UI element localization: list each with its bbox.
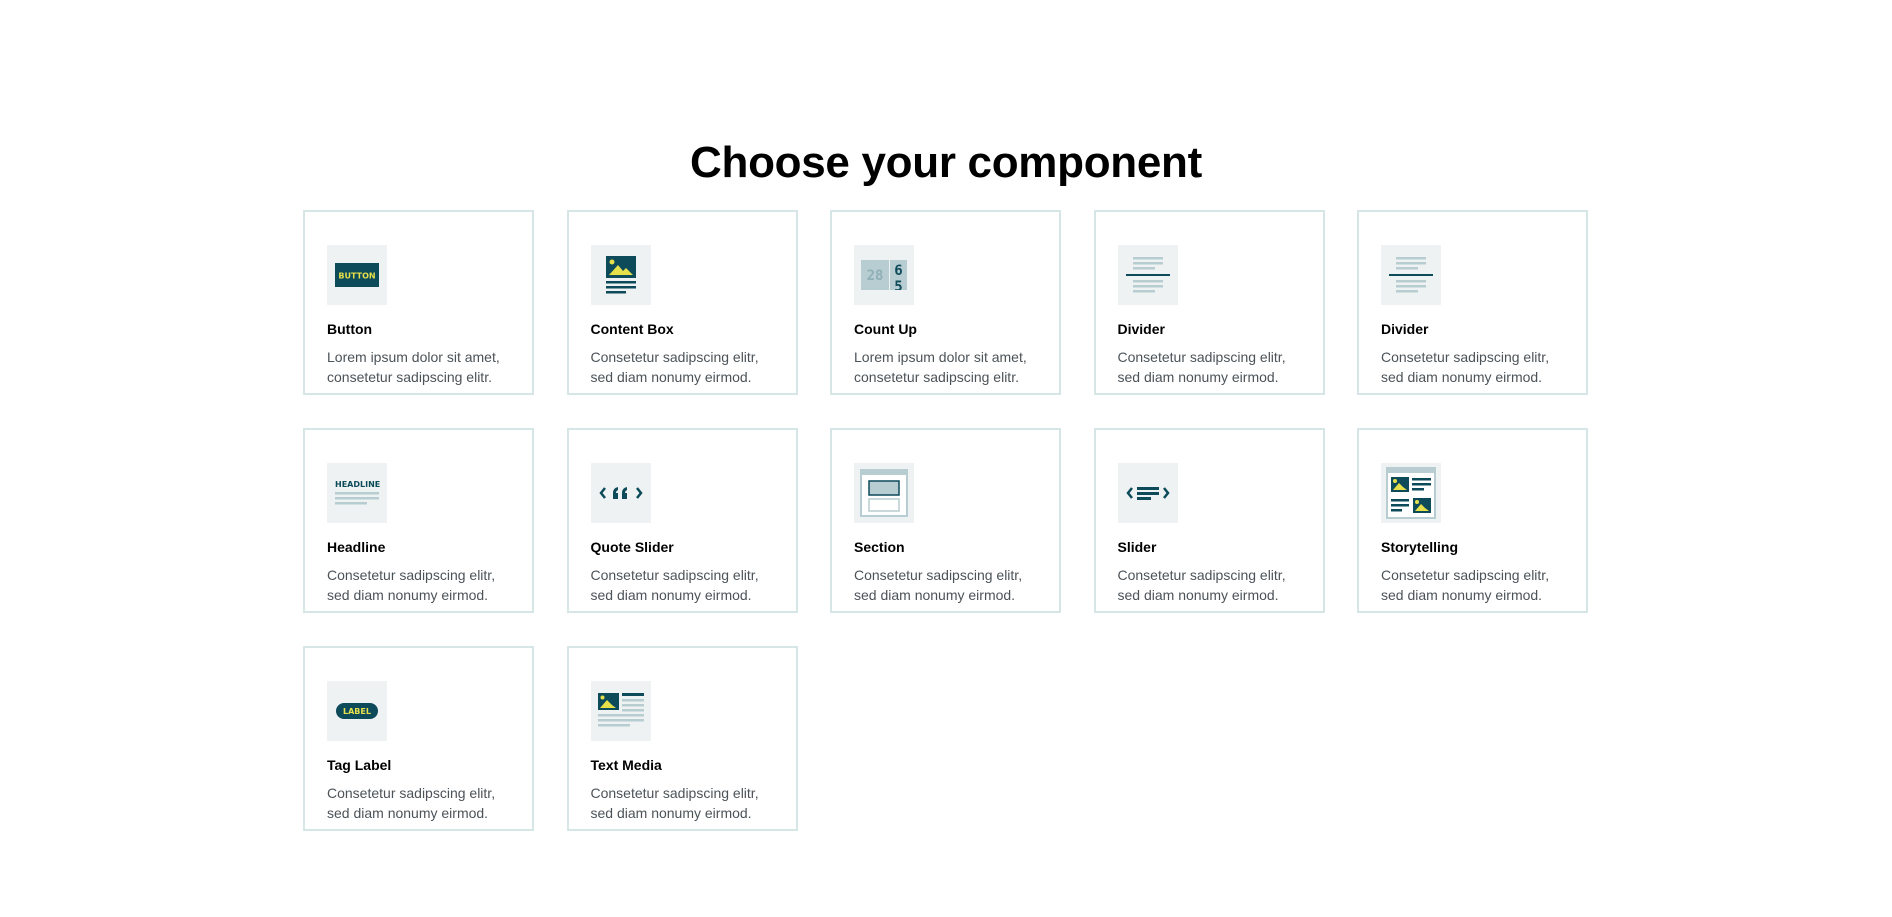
count-up-number-left: 28	[867, 268, 884, 284]
card-title: Section	[854, 539, 905, 555]
card-description: Consetetur sadipscing elitr, sed diam no…	[590, 567, 759, 603]
component-card-divider[interactable]: Divider Consetetur sadipscing elitr, sed…	[1357, 210, 1588, 395]
component-card-headline[interactable]: HEADLINE Headline Consetetur sadipscing …	[303, 428, 534, 613]
card-title: Quote Slider	[590, 539, 674, 555]
section-icon	[854, 463, 914, 523]
component-card-tag-label[interactable]: LABEL Tag Label Consetetur sadipscing el…	[303, 646, 534, 831]
card-description: Consetetur sadipscing elitr, sed diam no…	[854, 567, 1023, 603]
card-title: Headline	[327, 539, 386, 555]
card-title: Divider	[1117, 321, 1165, 337]
headline-icon: HEADLINE	[327, 463, 387, 523]
card-title: Content Box	[590, 321, 674, 337]
slider-icon	[1117, 463, 1178, 523]
card-description: Consetetur sadipscing elitr, sed diam no…	[590, 785, 759, 821]
headline-icon-text: HEADLINE	[335, 480, 380, 489]
count-up-icon: 28 6 5	[854, 245, 914, 305]
tag-label-icon-text: LABEL	[343, 707, 371, 716]
storytelling-icon	[1381, 463, 1441, 523]
card-description: Consetetur sadipscing elitr, sed diam no…	[327, 785, 496, 821]
card-title: Divider	[1381, 321, 1429, 337]
card-title: Slider	[1117, 539, 1157, 555]
component-grid: BUTTON Button Lorem ipsum dolor sit amet…	[303, 210, 1588, 831]
component-card-slider[interactable]: Slider Consetetur sadipscing elitr, sed …	[1093, 428, 1325, 613]
page-title: Choose your component	[690, 138, 1202, 187]
count-up-number-top: 6	[894, 263, 902, 279]
component-card-text-media[interactable]: Text Media Consetetur sadipscing elitr, …	[566, 646, 798, 831]
card-title: Storytelling	[1381, 539, 1459, 555]
component-card-button[interactable]: BUTTON Button Lorem ipsum dolor sit amet…	[303, 210, 534, 395]
divider-icon	[1117, 245, 1178, 305]
card-title: Text Media	[590, 757, 662, 773]
button-icon-text: BUTTON	[338, 272, 375, 281]
card-description: Consetetur sadipscing elitr, sed diam no…	[590, 349, 759, 385]
page: Choose your component BUTTON Button Lore…	[0, 0, 1892, 917]
content-box-icon	[590, 245, 651, 305]
component-card-content-box[interactable]: Content Box Consetetur sadipscing elitr,…	[566, 210, 798, 395]
card-description: Consetetur sadipscing elitr, sed diam no…	[1381, 567, 1550, 603]
component-card-storytelling[interactable]: Storytelling Consetetur sadipscing elitr…	[1357, 428, 1588, 613]
card-description: Consetetur sadipscing elitr, sed diam no…	[1117, 567, 1286, 603]
card-description: Consetetur sadipscing elitr, sed diam no…	[327, 567, 496, 603]
divider-icon	[1381, 245, 1441, 305]
card-description: Consetetur sadipscing elitr, sed diam no…	[1381, 349, 1550, 385]
component-card-count-up[interactable]: 28 6 5 Count Up Lorem ipsum dolor sit am…	[830, 210, 1061, 395]
component-card-quote-slider[interactable]: Quote Slider Consetetur sadipscing elitr…	[566, 428, 798, 613]
card-description: Lorem ipsum dolor sit amet, consetetur s…	[854, 349, 1027, 385]
quote-slider-icon	[590, 463, 651, 523]
card-description: Lorem ipsum dolor sit amet, consetetur s…	[327, 349, 500, 385]
component-card-section[interactable]: Section Consetetur sadipscing elitr, sed…	[830, 428, 1061, 613]
card-title: Tag Label	[327, 757, 392, 773]
card-description: Consetetur sadipscing elitr, sed diam no…	[1117, 349, 1286, 385]
card-title: Button	[327, 321, 373, 337]
tag-label-icon: LABEL	[327, 681, 387, 741]
button-icon: BUTTON	[327, 245, 387, 305]
text-media-icon	[590, 681, 651, 741]
card-title: Count Up	[854, 321, 917, 337]
component-card-divider[interactable]: Divider Consetetur sadipscing elitr, sed…	[1093, 210, 1325, 395]
